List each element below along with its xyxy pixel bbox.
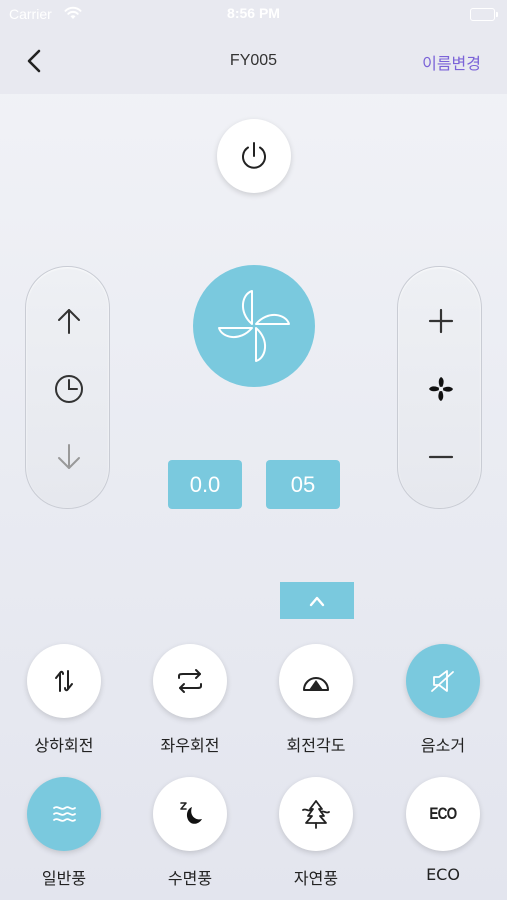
speed-control [397, 266, 482, 509]
plus-icon [428, 308, 453, 334]
fan-status-indicator [193, 265, 315, 387]
natural-wind-button[interactable] [279, 777, 353, 851]
mode-label: ECO [426, 865, 460, 884]
timer-control [25, 266, 110, 509]
swing-angle-button[interactable] [279, 644, 353, 718]
mode-swing-angle[interactable]: 회전각도 [266, 644, 366, 756]
arrow-down-icon [57, 444, 80, 469]
speed-up-button[interactable] [398, 291, 483, 351]
timer-readout: 0.0 [168, 460, 242, 509]
rename-button[interactable]: 이름변경 [422, 50, 481, 74]
mode-normal-wind[interactable]: 일반풍 [14, 777, 114, 889]
eco-button[interactable]: ECO [406, 777, 480, 851]
mode-label: 상하회전 [34, 736, 94, 755]
arrow-up-icon [57, 309, 80, 334]
mode-vertical-swing[interactable]: 상하회전 [14, 644, 114, 756]
mute-button[interactable] [406, 644, 480, 718]
mode-label: 좌우회전 [160, 736, 220, 755]
fan-speed-button[interactable] [398, 359, 483, 419]
eco-icon: ECO [429, 804, 457, 823]
clock: 8:56 PM [227, 5, 280, 21]
timer-button[interactable] [26, 359, 111, 419]
timer-down-button[interactable] [26, 427, 111, 487]
mode-label: 음소거 [420, 736, 466, 755]
mode-eco[interactable]: ECO ECO [393, 777, 493, 884]
nav-bar: FY005 이름변경 [0, 30, 507, 94]
natural-tree-icon [302, 800, 330, 829]
chevron-up-icon [309, 596, 325, 606]
vertical-swing-icon [55, 670, 73, 692]
swing-angle-icon [303, 677, 329, 691]
vertical-swing-button[interactable] [27, 644, 101, 718]
minus-icon [428, 455, 453, 459]
mode-natural-wind[interactable]: 자연풍 [266, 777, 366, 889]
mode-horizontal-swing[interactable]: 좌우회전 [140, 644, 240, 756]
mode-mute[interactable]: 음소거 [393, 644, 493, 756]
power-icon [242, 142, 266, 169]
mode-label: 자연풍 [293, 869, 339, 888]
horizontal-swing-button[interactable] [153, 644, 227, 718]
sleep-moon-icon [180, 802, 202, 824]
mode-label: 수면풍 [167, 869, 213, 888]
fan-blades-icon [218, 290, 290, 362]
mute-icon [431, 670, 454, 692]
horizontal-swing-icon [178, 669, 202, 693]
speed-down-button[interactable] [398, 427, 483, 487]
mode-label: 회전각도 [286, 736, 346, 755]
battery-icon [470, 8, 498, 21]
wind-icon [53, 806, 76, 822]
mode-sleep-wind[interactable]: 수면풍 [140, 777, 240, 889]
power-button[interactable] [217, 119, 291, 193]
mode-label: 일반풍 [41, 869, 87, 888]
normal-wind-button[interactable] [27, 777, 101, 851]
timer-up-button[interactable] [26, 291, 111, 351]
sleep-wind-button[interactable] [153, 777, 227, 851]
fan-speed-icon [428, 377, 453, 401]
timer-icon [54, 375, 83, 403]
panel-toggle-button[interactable] [280, 582, 354, 619]
speed-readout: 05 [266, 460, 340, 509]
status-bar: Carrier 8:56 PM [0, 0, 507, 30]
